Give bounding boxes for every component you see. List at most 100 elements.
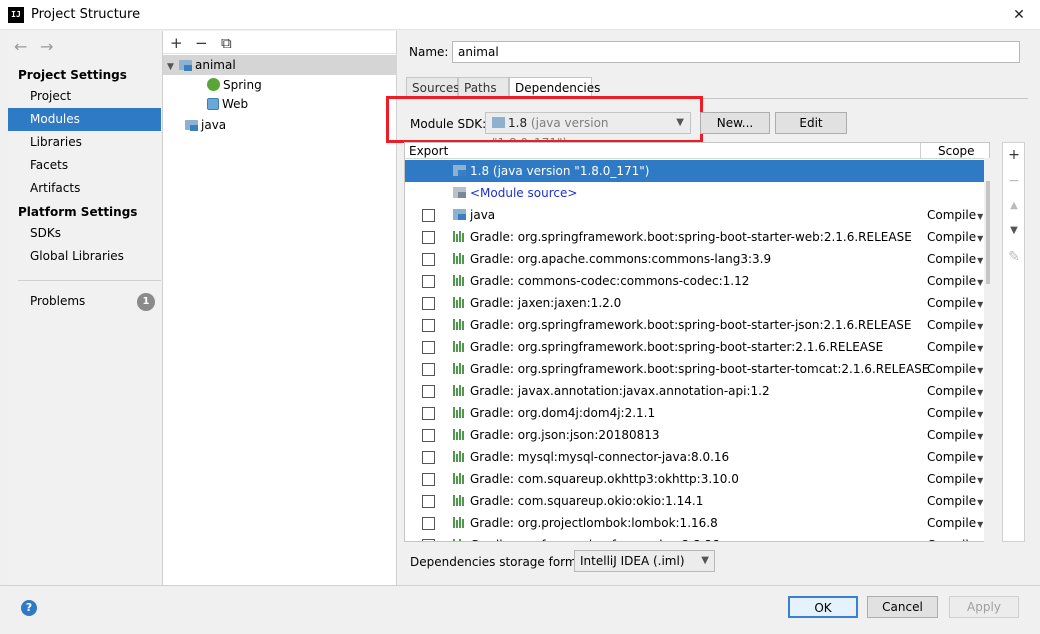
forward-arrow-icon[interactable]: → bbox=[40, 37, 53, 56]
table-row[interactable]: Gradle: org.json:json:20180813 Compile▼ bbox=[405, 424, 989, 448]
export-checkbox[interactable] bbox=[422, 495, 435, 508]
table-row[interactable]: Gradle: javax.annotation:javax.annotatio… bbox=[405, 380, 989, 404]
table-row[interactable]: Gradle: org.freemarker:freemarker:2.3.28… bbox=[405, 534, 989, 541]
table-row[interactable]: Gradle: commons-codec:commons-codec:1.12… bbox=[405, 270, 989, 294]
move-down-button[interactable]: ▼ bbox=[1003, 225, 1025, 236]
export-checkbox[interactable] bbox=[422, 451, 435, 464]
export-checkbox[interactable] bbox=[422, 385, 435, 398]
scope-dropdown[interactable]: Compile▼ bbox=[927, 248, 983, 272]
table-row[interactable]: Gradle: org.dom4j:dom4j:2.1.1 Compile▼ bbox=[405, 402, 989, 426]
scope-dropdown[interactable]: Compile▼ bbox=[927, 336, 983, 360]
header-export[interactable]: Export bbox=[409, 144, 448, 158]
tree-item-animal[interactable]: ▼ animal bbox=[163, 55, 397, 75]
export-checkbox[interactable] bbox=[422, 473, 435, 486]
sidebar-item-project[interactable]: Project bbox=[8, 85, 161, 108]
scope-dropdown[interactable]: Compile▼ bbox=[927, 226, 983, 250]
chevron-down-icon: ▼ bbox=[977, 498, 984, 507]
scope-dropdown[interactable]: Compile▼ bbox=[927, 292, 983, 316]
export-checkbox[interactable] bbox=[422, 429, 435, 442]
new-sdk-button[interactable]: New... bbox=[700, 112, 770, 134]
ok-button[interactable]: OK bbox=[788, 596, 858, 618]
table-row[interactable]: Gradle: com.squareup.okhttp3:okhttp:3.10… bbox=[405, 468, 989, 492]
dep-text: Gradle: org.freemarker:freemarker:2.3.28 bbox=[470, 534, 720, 541]
scrollbar-thumb[interactable] bbox=[986, 181, 990, 284]
tree-item-spring[interactable]: Spring bbox=[207, 75, 262, 95]
module-name-input[interactable] bbox=[452, 41, 1020, 63]
close-icon[interactable]: ✕ bbox=[1006, 5, 1032, 25]
table-header: Export Scope bbox=[405, 143, 989, 159]
scope-dropdown[interactable]: Compile▼ bbox=[927, 424, 983, 448]
table-row[interactable]: Gradle: org.springframework.boot:spring-… bbox=[405, 314, 989, 338]
tree-item-web[interactable]: Web bbox=[207, 94, 248, 114]
storage-format-dropdown[interactable]: IntelliJ IDEA (.iml) ▼ bbox=[574, 550, 715, 572]
apply-button[interactable]: Apply bbox=[949, 596, 1019, 618]
tree-item-label: animal bbox=[195, 58, 236, 72]
export-checkbox[interactable] bbox=[422, 297, 435, 310]
sidebar-item-libraries[interactable]: Libraries bbox=[8, 131, 161, 154]
remove-dependency-button[interactable]: − bbox=[1003, 173, 1025, 189]
export-checkbox[interactable] bbox=[422, 319, 435, 332]
export-checkbox[interactable] bbox=[422, 517, 435, 530]
chevron-down-icon: ▼ bbox=[977, 388, 984, 397]
remove-module-button[interactable]: − bbox=[195, 34, 208, 52]
table-row[interactable]: java Compile▼ bbox=[405, 204, 989, 228]
scope-dropdown[interactable]: Compile▼ bbox=[927, 270, 983, 294]
sidebar-item-global-libraries[interactable]: Global Libraries bbox=[8, 245, 161, 268]
scope-dropdown[interactable]: Compile▼ bbox=[927, 512, 983, 536]
table-row-module-source[interactable]: <Module source> bbox=[405, 182, 989, 204]
sidebar-item-modules[interactable]: Modules bbox=[8, 108, 161, 131]
scope-dropdown[interactable]: Compile▼ bbox=[927, 314, 983, 338]
table-row[interactable]: Gradle: org.projectlombok:lombok:1.16.8 C… bbox=[405, 512, 989, 536]
scope-dropdown[interactable]: Compile▼ bbox=[927, 490, 983, 514]
add-dependency-button[interactable]: + bbox=[1003, 147, 1025, 163]
export-checkbox[interactable] bbox=[422, 275, 435, 288]
web-facet-icon bbox=[207, 98, 219, 110]
table-row[interactable]: Gradle: org.apache.commons:commons-lang3… bbox=[405, 248, 989, 272]
export-checkbox[interactable] bbox=[422, 341, 435, 354]
edit-sdk-button[interactable]: Edit bbox=[775, 112, 847, 134]
table-row[interactable]: Gradle: org.springframework.boot:spring-… bbox=[405, 358, 989, 382]
scope-dropdown[interactable]: Compile▼ bbox=[927, 358, 983, 382]
table-row[interactable]: Gradle: mysql:mysql-connector-java:8.0.1… bbox=[405, 446, 989, 470]
scope-dropdown[interactable]: Compile▼ bbox=[927, 204, 983, 228]
tree-item-java[interactable]: java bbox=[185, 115, 226, 135]
export-checkbox[interactable] bbox=[422, 363, 435, 376]
help-icon[interactable]: ? bbox=[21, 600, 37, 616]
move-up-button[interactable]: ▲ bbox=[1003, 200, 1025, 211]
module-folder-icon bbox=[453, 209, 466, 220]
sidebar-item-sdks[interactable]: SDKs bbox=[8, 222, 161, 245]
export-checkbox[interactable] bbox=[422, 539, 435, 541]
copy-module-button[interactable]: ⧉ bbox=[221, 34, 232, 52]
dep-text: Gradle: org.springframework.boot:spring-… bbox=[470, 362, 930, 376]
scope-dropdown[interactable]: Compile▼ bbox=[927, 380, 983, 404]
scope-dropdown[interactable]: Compile▼ bbox=[927, 446, 983, 470]
scope-dropdown[interactable]: Compile▼ bbox=[927, 402, 983, 426]
add-module-button[interactable]: + bbox=[170, 34, 183, 52]
sidebar-divider bbox=[18, 280, 161, 281]
scope-dropdown[interactable]: Compile▼ bbox=[927, 534, 983, 541]
header-divider bbox=[920, 143, 921, 159]
sidebar-item-artifacts[interactable]: Artifacts bbox=[8, 177, 161, 200]
dep-text: Gradle: org.dom4j:dom4j:2.1.1 bbox=[470, 406, 656, 420]
sidebar-item-facets[interactable]: Facets bbox=[8, 154, 161, 177]
export-checkbox[interactable] bbox=[422, 209, 435, 222]
table-row-sdk[interactable]: 1.8 (java version "1.8.0_171") bbox=[405, 160, 989, 182]
edit-dependency-button[interactable]: ✎ bbox=[1003, 249, 1025, 265]
dep-text: Gradle: com.squareup.okio:okio:1.14.1 bbox=[470, 494, 704, 508]
scope-dropdown[interactable]: Compile▼ bbox=[927, 468, 983, 492]
table-row[interactable]: Gradle: com.squareup.okio:okio:1.14.1 Com… bbox=[405, 490, 989, 514]
cancel-button[interactable]: Cancel bbox=[867, 596, 938, 618]
header-scope[interactable]: Scope bbox=[938, 144, 975, 158]
title-bar: IJ Project Structure ✕ bbox=[0, 0, 1040, 30]
storage-format-label: Dependencies storage format: bbox=[410, 555, 593, 569]
scope-value: Compile bbox=[927, 494, 977, 508]
table-row[interactable]: Gradle: org.springframework.boot:spring-… bbox=[405, 336, 989, 360]
export-checkbox[interactable] bbox=[422, 231, 435, 244]
collapse-arrow-icon[interactable]: ▼ bbox=[167, 57, 179, 77]
chevron-down-icon: ▼ bbox=[977, 234, 984, 243]
table-row[interactable]: Gradle: org.springframework.boot:spring-… bbox=[405, 226, 989, 250]
table-row[interactable]: Gradle: jaxen:jaxen:1.2.0 Compile▼ bbox=[405, 292, 989, 316]
back-arrow-icon[interactable]: ← bbox=[14, 37, 27, 56]
export-checkbox[interactable] bbox=[422, 407, 435, 420]
export-checkbox[interactable] bbox=[422, 253, 435, 266]
